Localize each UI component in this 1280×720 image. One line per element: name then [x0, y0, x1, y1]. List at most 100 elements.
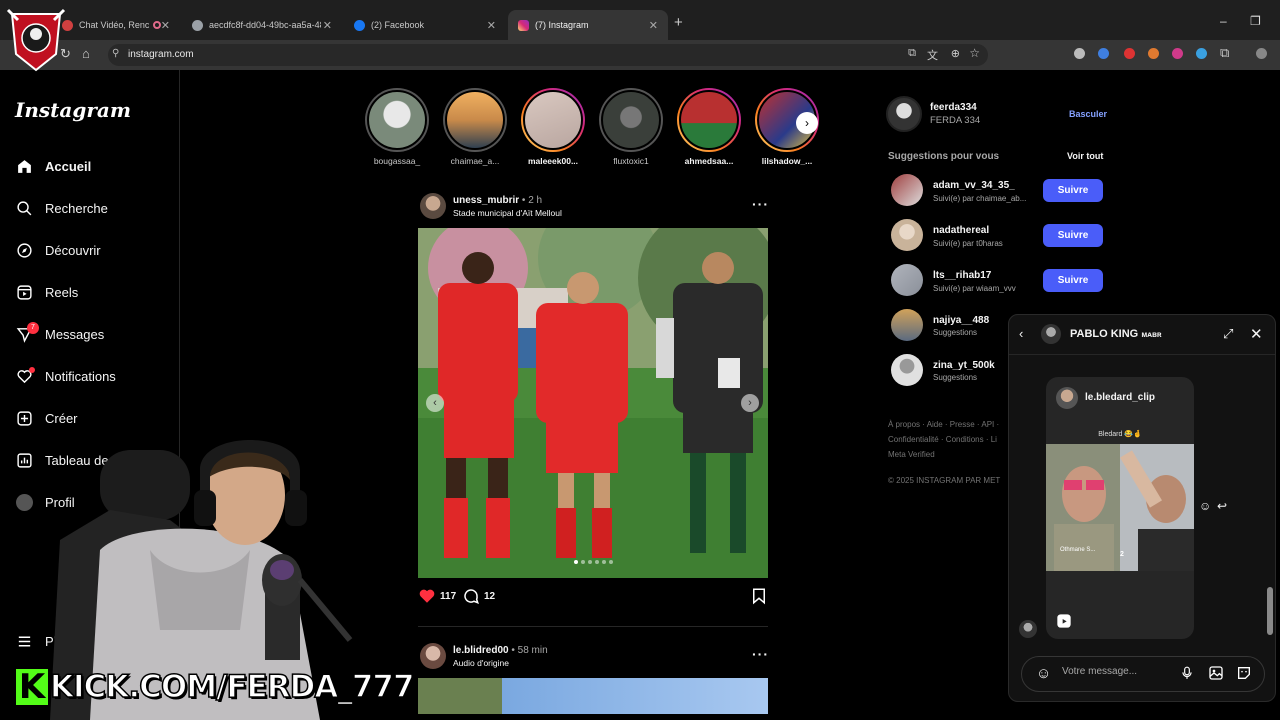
nav-home[interactable]: Accueil [16, 158, 91, 175]
stories-next-button[interactable]: › [796, 112, 818, 134]
post-username[interactable]: le.blidred00 [453, 645, 509, 656]
story-item[interactable]: ahmedsaa... [676, 88, 742, 166]
expand-icon[interactable]: ⤢ [1223, 326, 1233, 342]
avatar[interactable] [420, 643, 446, 669]
suggestion-username[interactable]: zina_yt_500k [933, 360, 995, 371]
extension-icon[interactable] [1172, 48, 1183, 59]
microphone-icon[interactable] [1180, 665, 1194, 686]
suggestion-username[interactable]: lts__rihab17 [933, 270, 991, 281]
suggestion-username[interactable]: najiya__488 [933, 315, 989, 326]
post-image[interactable]: ‹ › [418, 228, 768, 578]
chat-contact-name[interactable]: PABLO KING ᴍᴀʙʀ [1070, 328, 1162, 340]
avatar[interactable] [886, 96, 922, 132]
comment-icon[interactable] [462, 587, 480, 608]
post-audio[interactable]: Audio d'origine [453, 658, 509, 668]
like-heart-icon[interactable] [418, 587, 436, 608]
suggestion-username[interactable]: adam_vv_34_35_ [933, 180, 1015, 191]
story-item[interactable]: maleeek00... [520, 88, 586, 166]
reply-icon[interactable]: ↩ [1217, 499, 1227, 513]
extension-icon[interactable] [1124, 48, 1135, 59]
instagram-logo[interactable]: Instagram [15, 98, 131, 122]
like-count[interactable]: 117 [440, 591, 456, 602]
extension-icon[interactable] [1098, 48, 1109, 59]
extension-icon[interactable] [1196, 48, 1207, 59]
footer-links[interactable]: À propos · Aide · Presse · API · Confide… [888, 417, 999, 462]
switch-account-link[interactable]: Basculer [1069, 109, 1107, 119]
nav-messages[interactable]: 7 Messages [16, 322, 104, 343]
maximize-button[interactable]: ❐ [1250, 14, 1261, 28]
close-tab-icon[interactable]: ✕ [161, 19, 170, 32]
home-icon[interactable]: ⌂ [82, 46, 90, 61]
tab-facebook[interactable]: (2) Facebook ✕ [344, 10, 506, 40]
new-tab-button[interactable]: + [674, 14, 683, 31]
zoom-icon[interactable]: ⊕ [951, 47, 960, 60]
story-ring [521, 88, 585, 152]
reel-thumbnail: Othmane S... 2 [1046, 444, 1194, 571]
post-username[interactable]: uness_mubrir [453, 195, 519, 206]
nav-search[interactable]: Recherche [16, 200, 108, 217]
chat-scrollbar[interactable] [1267, 361, 1273, 641]
shared-reel-card[interactable]: le.bledard_clip Bledard 😂🤞 Othmane S... … [1046, 377, 1194, 639]
close-tab-icon[interactable]: ✕ [487, 19, 496, 32]
footer-line[interactable]: Meta Verified [888, 447, 999, 462]
avatar[interactable] [891, 174, 923, 206]
post-image[interactable] [418, 678, 768, 714]
site-info-icon[interactable]: ⚲ [112, 48, 119, 59]
follow-button[interactable]: Suivre [1043, 179, 1103, 202]
image-icon[interactable] [1208, 665, 1224, 686]
story-item[interactable]: fluxtoxic1 [598, 88, 664, 166]
emoji-icon[interactable]: ☺ [1036, 665, 1051, 682]
tab-chat-video[interactable]: Chat Vidéo, Rencontre ✕ [52, 10, 180, 40]
bookmark-star-icon[interactable]: ☆ [969, 46, 980, 60]
suggestion-username[interactable]: nadathereal [933, 225, 989, 236]
tab-instagram[interactable]: (7) Instagram ✕ [508, 10, 668, 40]
avatar[interactable] [1041, 324, 1061, 344]
more-options-icon[interactable]: ··· [752, 196, 769, 212]
avatar[interactable] [891, 354, 923, 386]
next-image-button[interactable]: › [741, 394, 759, 412]
scrollbar-thumb[interactable] [1267, 587, 1273, 635]
sticker-icon[interactable] [1236, 665, 1252, 686]
avatar[interactable] [891, 309, 923, 341]
post-location[interactable]: Stade municipal d'Aït Melloul [453, 208, 562, 218]
avatar[interactable] [891, 219, 923, 251]
save-bookmark-icon[interactable] [750, 587, 768, 608]
tab-title: (7) Instagram [535, 20, 589, 30]
current-username[interactable]: feerda334 [930, 102, 977, 113]
translate-icon[interactable]: 文 [927, 47, 938, 63]
carousel-indicator [418, 551, 768, 569]
close-tab-icon[interactable]: ✕ [649, 19, 658, 32]
footer-line[interactable]: Confidentialité · Conditions · Li [888, 432, 999, 447]
nav-create[interactable]: Créer [16, 410, 78, 427]
more-options-icon[interactable]: ··· [752, 646, 769, 662]
reels-icon [16, 284, 33, 301]
follow-button[interactable]: Suivre [1043, 269, 1103, 292]
footer-line[interactable]: À propos · Aide · Presse · API · [888, 417, 999, 432]
nav-explore[interactable]: Découvrir [16, 242, 101, 259]
close-tab-icon[interactable]: ✕ [323, 19, 332, 32]
avatar[interactable] [891, 264, 923, 296]
extensions-puzzle-icon[interactable]: ⧉ [1220, 45, 1229, 61]
url-field[interactable]: ⚲ instagram.com ⧉ 文 ⊕ ☆ [108, 44, 988, 66]
nav-notifications[interactable]: Notifications [16, 367, 116, 385]
story-item[interactable]: chaimae_a... [442, 88, 508, 166]
back-arrow-icon[interactable]: ‹ [1019, 326, 1023, 341]
install-icon[interactable]: ⧉ [908, 47, 916, 60]
close-icon[interactable]: ✕ [1250, 325, 1263, 343]
comment-count[interactable]: 12 [484, 591, 495, 602]
tab-aecdfc8f[interactable]: aecdfc8f-dd04-49bc-aa5a-48a0 ✕ [182, 10, 342, 40]
carousel-dot [594, 560, 599, 564]
message-input[interactable] [1062, 666, 1172, 677]
avatar[interactable] [420, 193, 446, 219]
see-all-link[interactable]: Voir tout [1067, 151, 1103, 161]
profile-avatar[interactable] [1256, 48, 1267, 59]
story-item[interactable]: bougassaa_ [364, 88, 430, 166]
extension-icon[interactable] [1148, 48, 1159, 59]
previous-image-button[interactable]: ‹ [426, 394, 444, 412]
minimize-button[interactable]: – [1220, 14, 1227, 28]
extension-icon[interactable] [1074, 48, 1085, 59]
react-emoji-icon[interactable]: ☺ [1199, 499, 1211, 513]
nav-reels[interactable]: Reels [16, 284, 78, 301]
nav-label: Recherche [45, 201, 108, 216]
follow-button[interactable]: Suivre [1043, 224, 1103, 247]
